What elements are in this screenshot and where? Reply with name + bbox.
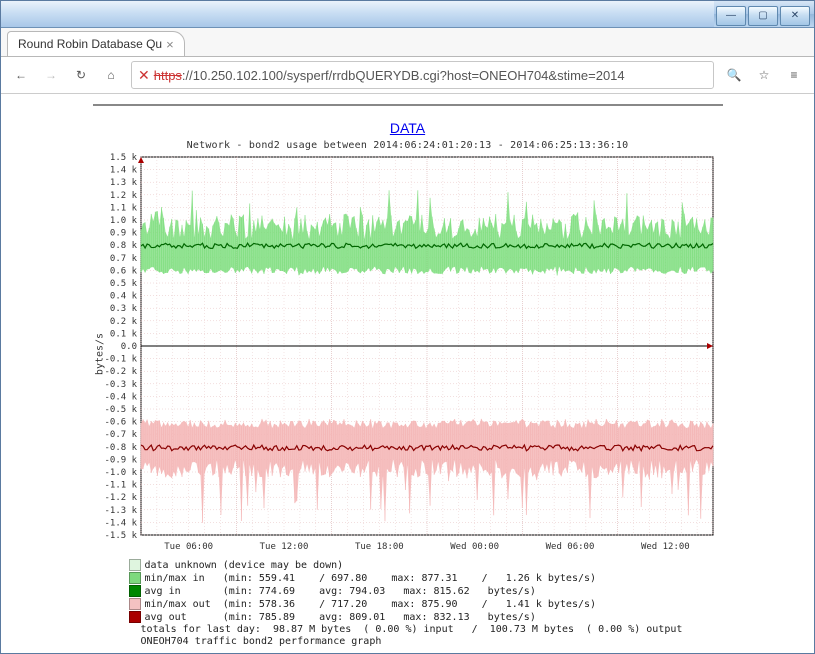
svg-text:-1.2 k: -1.2 k xyxy=(104,493,137,503)
legend-line: totals for last day: 98.87 M bytes ( 0.0… xyxy=(129,624,723,636)
legend-swatch xyxy=(129,585,141,597)
svg-text:0.4 k: 0.4 k xyxy=(109,292,137,302)
svg-text:0.3 k: 0.3 k xyxy=(109,304,137,314)
legend-text: data unknown (device may be down) xyxy=(145,560,344,571)
legend-line: min/max in (min: 559.41 / 697.80 max: 87… xyxy=(129,572,723,585)
window-close-button[interactable]: ✕ xyxy=(780,6,810,26)
tab-strip: Round Robin Database Qu × xyxy=(1,28,814,57)
svg-text:0.9 k: 0.9 k xyxy=(109,229,137,239)
legend-line: min/max out (min: 578.36 / 717.20 max: 8… xyxy=(129,598,723,611)
svg-text:-0.1 k: -0.1 k xyxy=(104,355,137,365)
svg-text:Tue 06:00: Tue 06:00 xyxy=(164,542,213,552)
svg-text:0.6 k: 0.6 k xyxy=(109,266,137,276)
svg-text:Tue 12:00: Tue 12:00 xyxy=(259,542,308,552)
svg-text:-0.7 k: -0.7 k xyxy=(104,430,137,440)
bookmark-icon[interactable]: ☆ xyxy=(754,65,774,85)
legend-text: min/max in (min: 559.41 / 697.80 max: 87… xyxy=(145,573,597,584)
svg-text:-0.4 k: -0.4 k xyxy=(104,392,137,402)
svg-text:-1.3 k: -1.3 k xyxy=(104,506,137,516)
svg-text:0.0: 0.0 xyxy=(120,342,136,352)
legend-line: avg in (min: 774.69 avg: 794.03 max: 815… xyxy=(129,585,723,598)
home-button[interactable]: ⌂ xyxy=(101,65,121,85)
svg-text:-1.5 k: -1.5 k xyxy=(104,531,137,541)
svg-text:0.1 k: 0.1 k xyxy=(109,329,137,339)
svg-text:-0.2 k: -0.2 k xyxy=(104,367,137,377)
legend-swatch xyxy=(129,572,141,584)
tab-rrdb[interactable]: Round Robin Database Qu × xyxy=(7,31,185,56)
legend-text: avg out (min: 785.89 avg: 809.01 max: 83… xyxy=(145,612,536,623)
url-scheme: https xyxy=(154,68,182,83)
svg-text:0.7 k: 0.7 k xyxy=(109,254,137,264)
svg-text:-0.3 k: -0.3 k xyxy=(104,380,137,390)
svg-text:1.5 k: 1.5 k xyxy=(109,153,137,163)
legend-text: ONEOH704 traffic bond2 performance graph xyxy=(129,636,382,647)
svg-text:1.4 k: 1.4 k xyxy=(109,166,137,176)
browser-toolbar: ← → ↻ ⌂ ✕ https ://10.250.102.100/sysper… xyxy=(1,57,814,94)
insecure-icon: ✕ xyxy=(138,67,150,84)
address-bar[interactable]: ✕ https ://10.250.102.100/sysperf/rrdbQU… xyxy=(131,61,714,89)
chart-title: Network - bond2 usage between 2014:06:24… xyxy=(93,138,723,151)
svg-text:Wed 12:00: Wed 12:00 xyxy=(640,542,689,552)
svg-text:1.1 k: 1.1 k xyxy=(109,203,137,213)
legend-text: avg in (min: 774.69 avg: 794.03 max: 815… xyxy=(145,586,536,597)
network-chart: -1.5 k -1.4 k -1.3 k -1.2 k -1.1 k -1.0 k -0.9… xyxy=(93,153,723,555)
svg-text:0.5 k: 0.5 k xyxy=(109,279,137,289)
svg-text:1.3 k: 1.3 k xyxy=(109,178,137,188)
legend-swatch xyxy=(129,611,141,623)
legend-line: avg out (min: 785.89 avg: 809.01 max: 83… xyxy=(129,611,723,624)
svg-text:-1.0 k: -1.0 k xyxy=(104,468,137,478)
svg-text:-0.6 k: -0.6 k xyxy=(104,418,137,428)
svg-text:Tue 18:00: Tue 18:00 xyxy=(354,542,403,552)
legend-swatch xyxy=(129,598,141,610)
svg-text:0.8 k: 0.8 k xyxy=(109,241,137,251)
svg-text:-1.4 k: -1.4 k xyxy=(104,518,137,528)
forward-button[interactable]: → xyxy=(41,65,61,85)
svg-text:-1.1 k: -1.1 k xyxy=(104,481,137,491)
svg-text:Wed 06:00: Wed 06:00 xyxy=(545,542,594,552)
url-rest: ://10.250.102.100/sysperf/rrdbQUERYDB.cg… xyxy=(182,68,625,83)
svg-text:-0.5 k: -0.5 k xyxy=(104,405,137,415)
browser-window: — ▢ ✕ Round Robin Database Qu × ← → ↻ ⌂ … xyxy=(0,0,815,654)
svg-text:1.2 k: 1.2 k xyxy=(109,191,137,201)
data-link[interactable]: DATA xyxy=(390,120,425,136)
svg-text:0.2 k: 0.2 k xyxy=(109,317,137,327)
search-icon[interactable]: 🔍 xyxy=(724,65,744,85)
legend-text: totals for last day: 98.87 M bytes ( 0.0… xyxy=(129,624,683,635)
tab-close-icon[interactable]: × xyxy=(166,37,178,49)
page-content[interactable]: DATA Network - bond2 usage between 2014:… xyxy=(1,94,814,653)
back-button[interactable]: ← xyxy=(11,65,31,85)
svg-text:1.0 k: 1.0 k xyxy=(109,216,137,226)
graph-box: Network - bond2 usage between 2014:06:24… xyxy=(93,138,723,648)
window-titlebar: — ▢ ✕ xyxy=(1,1,814,28)
top-rule xyxy=(93,104,723,106)
svg-text:Wed 00:00: Wed 00:00 xyxy=(450,542,499,552)
menu-icon[interactable]: ≡ xyxy=(784,65,804,85)
legend-text: min/max out (min: 578.36 / 717.20 max: 8… xyxy=(145,599,597,610)
svg-text:-0.8 k: -0.8 k xyxy=(104,443,137,453)
window-maximize-button[interactable]: ▢ xyxy=(748,6,778,26)
window-minimize-button[interactable]: — xyxy=(716,6,746,26)
legend-line: data unknown (device may be down) xyxy=(129,559,723,572)
reload-button[interactable]: ↻ xyxy=(71,65,91,85)
chart-legend: data unknown (device may be down) min/max… xyxy=(93,559,723,648)
y-axis-label: bytes/s xyxy=(94,333,105,375)
svg-text:-0.9 k: -0.9 k xyxy=(104,455,137,465)
tab-title: Round Robin Database Qu xyxy=(18,37,162,51)
legend-line: ONEOH704 traffic bond2 performance graph xyxy=(129,636,723,648)
legend-swatch xyxy=(129,559,141,571)
